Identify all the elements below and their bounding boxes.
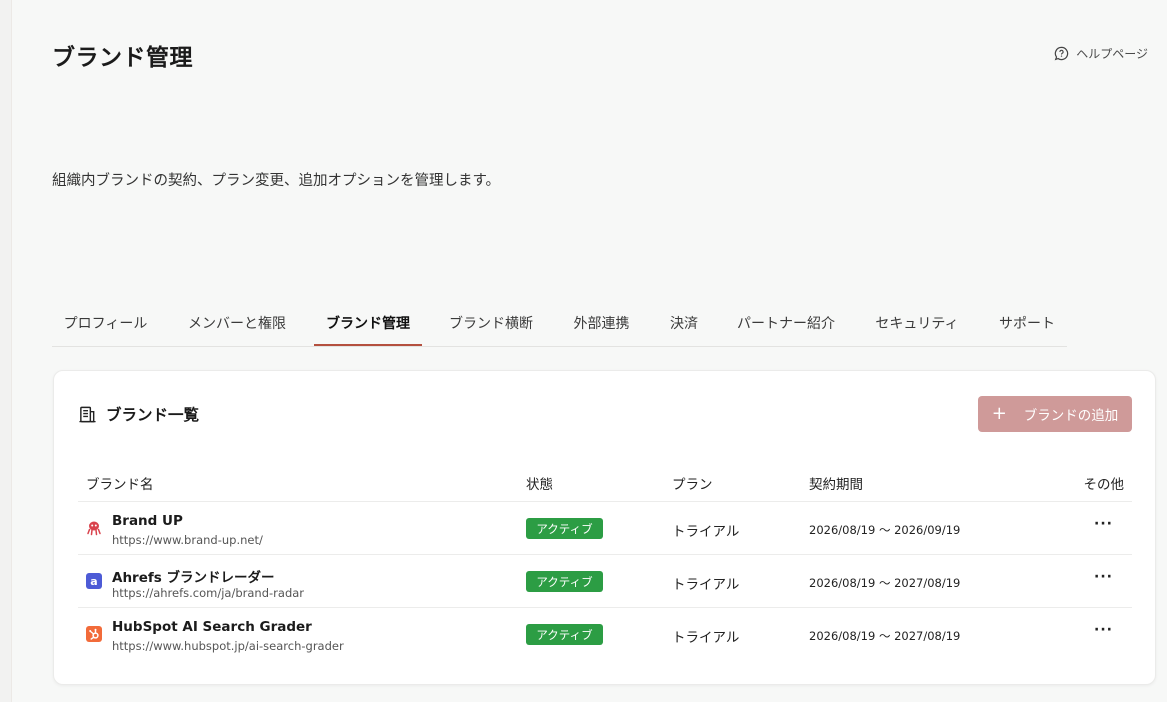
tab-profile[interactable]: プロフィール xyxy=(52,306,159,344)
contract-period: 2026/08/19 ～ 2027/08/19 xyxy=(809,629,961,643)
plan-value: トライアル xyxy=(672,630,740,646)
more-options-button[interactable]: ··· xyxy=(1094,516,1113,532)
table-header: ブランド名 状態 プラン 契約期間 その他 xyxy=(78,465,1132,502)
brand-url[interactable]: https://ahrefs.com/ja/brand-radar xyxy=(112,586,304,600)
add-brand-label: ブランドの追加 xyxy=(1023,408,1119,424)
contract-period: 2026/08/19 ～ 2026/09/19 xyxy=(809,523,961,537)
status-badge: アクティブ xyxy=(526,624,603,645)
left-sidebar-edge xyxy=(0,0,12,702)
help-chat-icon xyxy=(1054,46,1069,61)
building-icon xyxy=(79,406,96,422)
brand-url[interactable]: https://www.brand-up.net/ xyxy=(112,533,263,547)
col-brand-name: ブランド名 xyxy=(86,477,154,493)
col-plan: プラン xyxy=(672,477,713,493)
hubspot-icon xyxy=(86,626,102,642)
tab-cross-brand[interactable]: ブランド横断 xyxy=(438,306,544,344)
table-row: HubSpot AI Search Grader https://www.hub… xyxy=(78,608,1132,660)
settings-tabs: プロフィール メンバーと権限 ブランド管理 ブランド横断 外部連携 決済 パート… xyxy=(52,306,1067,347)
tab-security[interactable]: セキュリティ xyxy=(863,306,971,344)
help-link-label: ヘルプページ xyxy=(1076,47,1148,61)
tab-partner-referral[interactable]: パートナー紹介 xyxy=(725,306,847,344)
more-options-button[interactable]: ··· xyxy=(1094,569,1113,585)
add-brand-button[interactable]: + ブランドの追加 xyxy=(978,396,1132,432)
help-page-link[interactable]: ヘルプページ xyxy=(1054,45,1148,62)
brand-name: Brand UP xyxy=(112,513,183,529)
tab-members[interactable]: メンバーと権限 xyxy=(176,306,298,344)
col-other: その他 xyxy=(1083,477,1125,493)
ahrefs-icon: a xyxy=(86,573,102,589)
brand-list-card: ブランド一覧 + ブランドの追加 ブランド名 状態 プラン 契約期間 その他 B… xyxy=(53,370,1156,685)
tab-integrations[interactable]: 外部連携 xyxy=(560,306,643,344)
tab-support[interactable]: サポート xyxy=(987,306,1067,344)
brand-name: Ahrefs ブランドレーダー xyxy=(112,570,275,586)
plus-icon: + xyxy=(991,402,1007,424)
card-title-text: ブランド一覧 xyxy=(106,406,200,424)
plan-value: トライアル xyxy=(672,524,740,540)
page-description: 組織内ブランドの契約、プラン変更、追加オプションを管理します。 xyxy=(52,173,501,189)
contract-period: 2026/08/19 ～ 2027/08/19 xyxy=(809,576,961,590)
status-badge: アクティブ xyxy=(526,571,603,592)
status-badge: アクティブ xyxy=(526,518,603,539)
col-status: 状態 xyxy=(526,477,553,493)
table-row: Brand UP https://www.brand-up.net/ アクティブ… xyxy=(78,502,1132,555)
octopus-icon xyxy=(86,520,102,536)
page-title: ブランド管理 xyxy=(52,45,193,71)
brand-url[interactable]: https://www.hubspot.jp/ai-search-grader xyxy=(112,639,344,653)
table-row: a Ahrefs ブランドレーダー https://ahrefs.com/ja/… xyxy=(78,555,1132,608)
card-title: ブランド一覧 xyxy=(78,403,199,425)
more-options-button[interactable]: ··· xyxy=(1094,622,1113,638)
col-period: 契約期間 xyxy=(809,477,863,493)
tab-billing[interactable]: 決済 xyxy=(659,306,709,344)
plan-value: トライアル xyxy=(672,577,740,593)
brand-name: HubSpot AI Search Grader xyxy=(112,619,312,635)
tab-brand-management[interactable]: ブランド管理 xyxy=(314,306,422,346)
